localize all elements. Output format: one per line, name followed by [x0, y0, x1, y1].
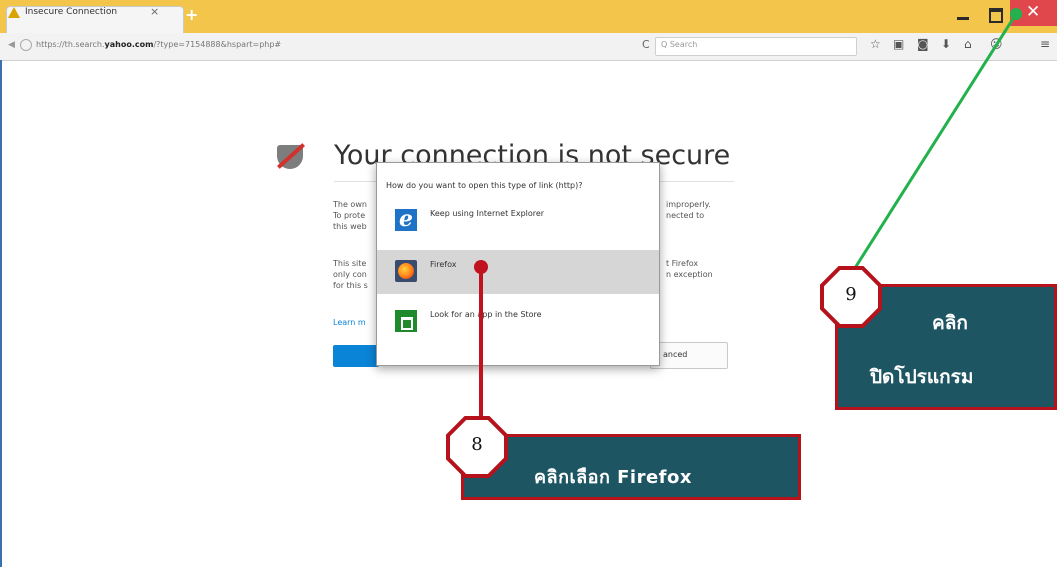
- step8-pointer-dot: [474, 260, 488, 274]
- step8-callout-box: คลิกเลือก Firefox: [461, 434, 801, 500]
- step8-number: 8: [471, 434, 483, 455]
- step9-callout-line2: ปิดโปรแกรม: [870, 366, 974, 388]
- step9-pointer-line: [853, 13, 1018, 269]
- step9-pointer-dot: [1010, 8, 1022, 20]
- step8-pointer-line: [479, 267, 483, 432]
- step9-number: 9: [845, 284, 857, 305]
- step8-callout-text: คลิกเลือก Firefox: [534, 467, 692, 488]
- step9-callout-line1: คลิก: [932, 312, 968, 334]
